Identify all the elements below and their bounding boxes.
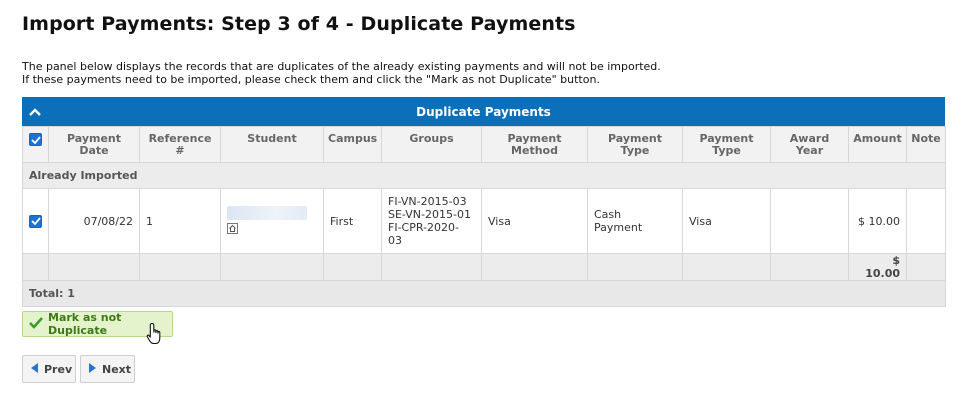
column-header-groups[interactable]: Groups (381, 126, 482, 163)
column-header-campus[interactable]: Campus (323, 126, 382, 163)
chevron-up-icon[interactable] (28, 105, 42, 119)
panel-title: Duplicate Payments (416, 104, 551, 119)
mark-as-not-duplicate-button[interactable]: Mark as not Duplicate (22, 311, 173, 337)
triangle-right-icon (88, 362, 97, 377)
page-title: Import Payments: Step 3 of 4 - Duplicate… (22, 13, 576, 35)
select-all-checkbox[interactable] (29, 133, 42, 146)
intro-line-1: The panel below displays the records tha… (22, 60, 661, 73)
column-header-payment-type-2[interactable]: Payment Type (682, 126, 771, 163)
sum-amount: $ 10.00 (848, 253, 907, 281)
next-button[interactable]: Next (80, 355, 135, 383)
panel-header: Duplicate Payments (22, 97, 945, 126)
column-header-award-year[interactable]: Award Year (770, 126, 849, 163)
summary-row: $ 10.00 (22, 253, 946, 281)
group-item: FI-CPR-2020- (388, 221, 459, 234)
student-name-redacted[interactable] (227, 205, 307, 220)
column-header-payment-date[interactable]: Payment Date (48, 126, 140, 163)
cell-payment-type: Cash Payment (587, 188, 683, 254)
group-item: 03 (388, 234, 402, 247)
triangle-left-icon (30, 362, 39, 377)
cell-payment-date: 07/08/22 (48, 188, 140, 254)
total-row: Total: 1 (22, 280, 946, 307)
cell-campus: First (323, 188, 382, 254)
next-button-label: Next (102, 362, 132, 376)
column-header-note[interactable]: Note (906, 126, 946, 163)
column-header-payment-method[interactable]: Payment Method (481, 126, 588, 163)
intro-line-2: If these payments need to be imported, p… (22, 73, 600, 86)
column-header-student[interactable]: Student (220, 126, 324, 163)
mark-button-label: Mark as not Duplicate (48, 311, 122, 337)
cell-note (906, 188, 946, 254)
prev-button[interactable]: Prev (22, 355, 76, 383)
cell-award-year (770, 188, 849, 254)
group-item: SE-VN-2015-01 (388, 208, 471, 221)
cell-amount[interactable]: $ 10.00 (848, 188, 907, 254)
duplicate-payments-panel: Duplicate Payments Payment Date Reference… (22, 97, 946, 307)
payments-table: Payment Date Reference # Student Campus Gr… (22, 126, 946, 307)
cell-payment-type-2: Visa (682, 188, 771, 254)
checkmark-icon (29, 316, 43, 332)
group-label: Already Imported (22, 162, 946, 189)
cell-reference: 1 (139, 188, 221, 254)
table-row: 07/08/22 1 First FI-VN-2015-03 SE-VN-201… (22, 188, 946, 254)
prev-button-label: Prev (44, 362, 73, 376)
total-count: Total: 1 (22, 280, 946, 307)
column-header-amount[interactable]: Amount (848, 126, 907, 163)
column-header-reference[interactable]: Reference # (139, 126, 221, 163)
home-icon[interactable] (227, 222, 238, 237)
column-header-payment-type[interactable]: Payment Type (587, 126, 683, 163)
intro-text: The panel below displays the records tha… (22, 60, 962, 86)
group-row: Already Imported (22, 162, 946, 189)
select-all-header (22, 126, 49, 163)
cell-student (220, 188, 324, 254)
row-checkbox[interactable] (29, 214, 42, 228)
cell-payment-method: Visa (481, 188, 588, 254)
cell-groups: FI-VN-2015-03 SE-VN-2015-01 FI-CPR-2020-… (381, 188, 482, 254)
group-item: FI-VN-2015-03 (388, 195, 467, 208)
header-row: Payment Date Reference # Student Campus Gr… (22, 126, 946, 163)
row-select-cell (22, 188, 49, 254)
